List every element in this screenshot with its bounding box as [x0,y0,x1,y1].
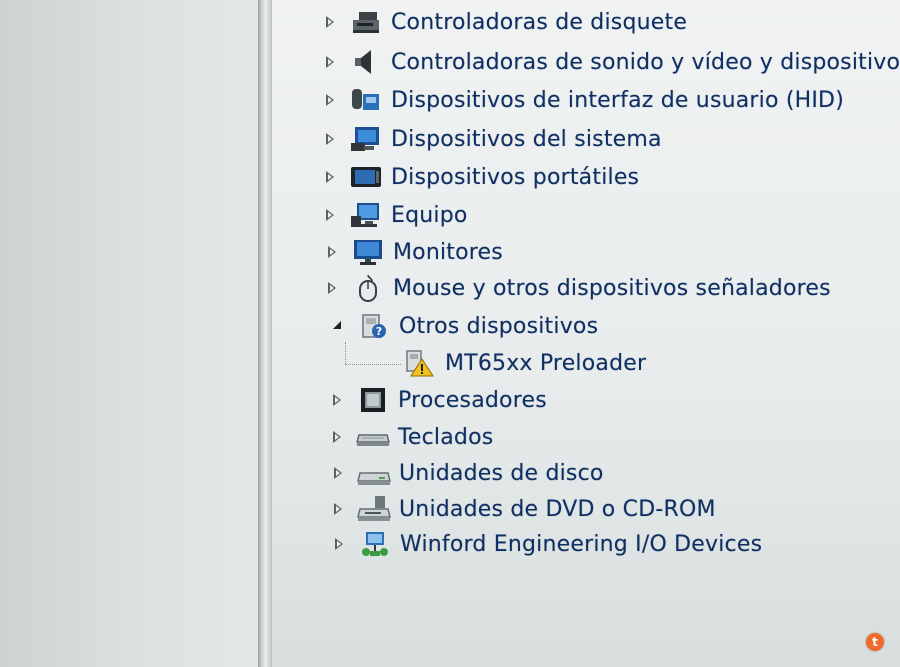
floppy-controller-icon [349,8,383,36]
tree-item-floppy-controllers[interactable]: Controladoras de disquete [326,6,688,38]
tree-item-label: Equipo [391,202,468,228]
tree-item-keyboards[interactable]: Teclados [333,421,494,453]
processor-icon [356,386,390,414]
monitor-icon [351,238,385,266]
expand-arrow-icon[interactable] [326,133,335,145]
tree-connector-line [345,342,346,364]
tree-item-mt65xx-preloader[interactable]: MT65xx Preloader [403,347,646,379]
tree-item-processors[interactable]: Procesadores [333,384,547,416]
tree-item-label: Unidades de DVD o CD-ROM [399,496,716,522]
mouse-icon [351,274,385,302]
unknown-device-icon: ? [357,312,391,340]
expand-arrow-icon[interactable] [334,467,343,479]
expand-arrow-icon[interactable] [326,209,335,221]
tree-item-computer[interactable]: Equipo [326,199,468,231]
tree-item-winford-io-devices[interactable]: Winford Engineering I/O Devices [335,528,763,560]
tree-item-label: Dispositivos del sistema [391,126,662,152]
expand-arrow-icon[interactable] [334,503,343,515]
expand-arrow-icon[interactable] [333,394,342,406]
tree-item-label: Mouse y otros dispositivos señaladores [393,275,831,301]
tree-item-label: Unidades de disco [399,460,604,486]
tree-connector-line [345,364,401,365]
tree-item-label: MT65xx Preloader [445,350,647,376]
device-manager-screen: Controladoras de disquete Controladoras … [0,0,900,667]
tree-item-hid-devices[interactable]: Dispositivos de interfaz de usuario (HID… [326,84,844,116]
tree-item-label: Winford Engineering I/O Devices [400,531,763,557]
tree-item-label: Teclados [398,424,494,450]
tree-item-label: Procesadores [398,387,547,413]
expand-arrow-icon[interactable] [328,246,337,258]
tree-item-label: Controladoras de sonido y vídeo y dispos… [391,49,900,75]
system-device-icon [349,125,383,153]
pane-splitter[interactable] [258,0,272,667]
tree-item-system-devices[interactable]: Dispositivos del sistema [326,123,662,155]
tree-item-dvd-cdrom-drives[interactable]: Unidades de DVD o CD-ROM [334,493,716,525]
expand-arrow-icon[interactable] [335,538,344,550]
tree-item-label: Controladoras de disquete [391,9,688,35]
expand-arrow-icon[interactable] [333,431,342,443]
tree-item-monitors[interactable]: Monitores [328,236,503,268]
expand-arrow-icon[interactable] [326,56,335,68]
warning-device-icon [403,349,437,377]
device-tree-pane: Controladoras de disquete Controladoras … [272,0,900,667]
device-tree: Controladoras de disquete Controladoras … [272,0,900,667]
tree-item-disk-drives[interactable]: Unidades de disco [334,457,604,489]
network-device-icon [358,530,392,558]
tree-item-other-devices[interactable]: ? Otros dispositivos [333,310,598,342]
left-pane [0,0,258,667]
disk-drive-icon [357,459,391,487]
tree-item-label: Dispositivos de interfaz de usuario (HID… [391,87,844,113]
dvd-drive-icon [357,495,391,523]
portable-device-icon [349,163,383,191]
expand-arrow-icon[interactable] [326,171,335,183]
tree-item-label: Dispositivos portátiles [391,164,640,190]
tree-item-portable-devices[interactable]: Dispositivos portátiles [326,161,640,193]
tree-item-sound-video-controllers[interactable]: Controladoras de sonido y vídeo y dispos… [326,46,900,78]
hid-device-icon [349,86,383,114]
keyboard-icon [356,423,390,451]
tree-item-label: Otros dispositivos [399,313,599,339]
computer-icon [349,201,383,229]
expand-arrow-icon[interactable] [328,282,337,294]
speaker-icon [349,48,383,76]
collapse-arrow-icon[interactable] [333,321,343,331]
svg-text:?: ? [376,325,382,338]
tree-item-label: Monitores [393,239,503,265]
expand-arrow-icon[interactable] [326,94,335,106]
expand-arrow-icon[interactable] [326,16,335,28]
tree-item-mouse-devices[interactable]: Mouse y otros dispositivos señaladores [328,272,831,304]
tumblr-logo-icon: t [866,633,884,651]
